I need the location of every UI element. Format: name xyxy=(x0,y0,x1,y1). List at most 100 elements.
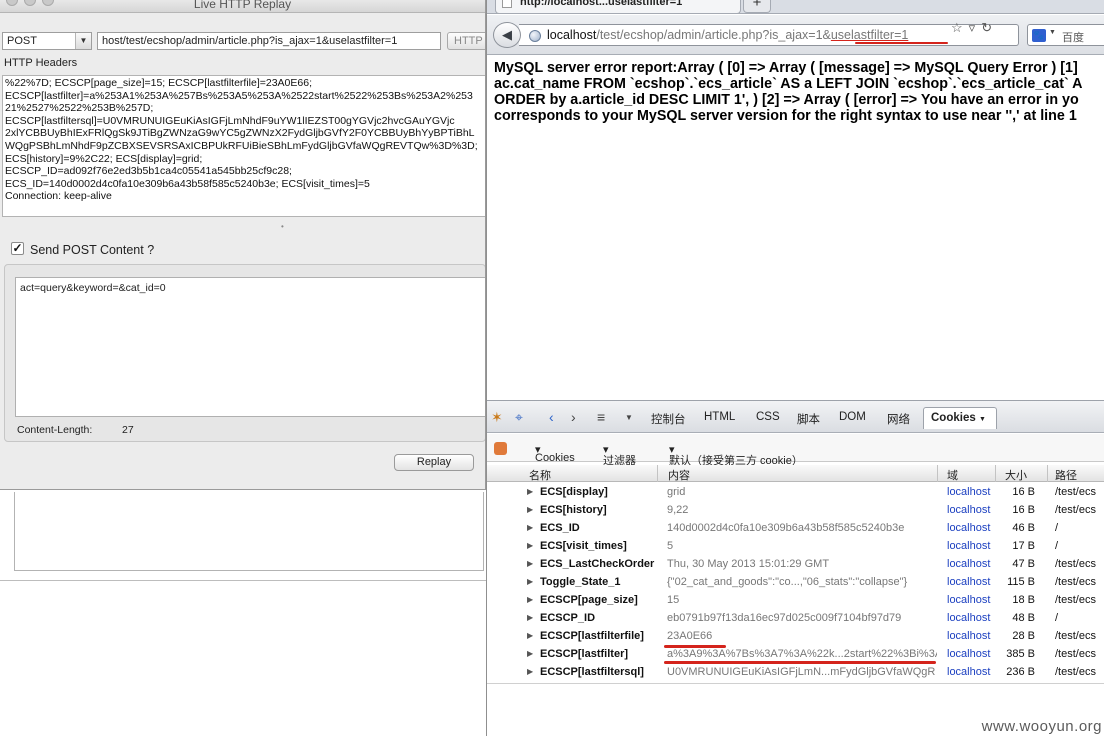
expand-triangle-icon[interactable]: ▶ xyxy=(527,523,533,532)
back-arrow-icon: ◀ xyxy=(502,27,512,42)
cookie-table-header: 名称 内容 域 大小 路径 xyxy=(487,465,1104,482)
cookie-row[interactable]: ▶ Toggle_State_1 {"02_cat_and_goods":"co..… xyxy=(487,573,1104,591)
header-line: 2xlYCBBUyBhIExFRlQgSk9JTiBgZWNzaG9wYC5gZ… xyxy=(5,127,475,140)
cookie-domain: localhost xyxy=(947,504,991,516)
protocol-button[interactable]: HTTP xyxy=(447,32,485,50)
header-line: WQgPSBhLmNhdF9pZCBXSEVSRSAxICBPUkRFUiBie… xyxy=(5,139,478,152)
tab-html[interactable]: HTML xyxy=(704,411,735,423)
send-post-checkbox[interactable]: ✓ xyxy=(11,242,24,255)
cookie-row[interactable]: ▶ ECSCP_ID eb0791b97f13da16ec97d025c009f71… xyxy=(487,609,1104,627)
back-icon[interactable]: ‹ xyxy=(549,409,554,425)
baidu-icon[interactable]: 🐾 xyxy=(1032,29,1046,42)
expand-triangle-icon[interactable]: ▶ xyxy=(527,667,533,676)
inspect-icon[interactable]: ⌖ xyxy=(515,409,523,426)
expand-triangle-icon[interactable]: ▶ xyxy=(527,631,533,640)
chevron-down-icon[interactable]: ▼ xyxy=(75,33,91,49)
cookie-name: ECS_LastCheckOrder xyxy=(540,558,655,570)
menu-icon[interactable]: ≡ xyxy=(597,409,605,425)
cookie-domain: localhost xyxy=(947,666,991,678)
expand-triangle-icon[interactable]: ▶ xyxy=(527,577,533,586)
chevron-down-icon[interactable]: ▼ xyxy=(1049,29,1056,36)
cookie-size: 28 B xyxy=(1012,630,1035,642)
cookie-name: ECSCP[page_size] xyxy=(540,594,638,606)
col-content[interactable]: 内容 xyxy=(668,467,690,483)
filter-menu[interactable]: 过滤器 ▾ xyxy=(603,443,636,467)
cookie-domain: localhost xyxy=(947,594,991,606)
url-input[interactable]: host/test/ecshop/admin/article.php?is_aj… xyxy=(97,32,441,50)
error-line: ORDER by a.article_id DESC LIMIT 1', ) [… xyxy=(494,92,1079,108)
expand-triangle-icon[interactable]: ▶ xyxy=(527,541,533,550)
tab-css[interactable]: CSS xyxy=(756,411,780,423)
chevron-down-icon[interactable]: ▼ xyxy=(625,413,633,422)
expand-triangle-icon[interactable]: ▶ xyxy=(527,559,533,568)
default-menu[interactable]: 默认（接受第三方 cookie） ▾ xyxy=(669,443,803,467)
method-select[interactable]: POST ▼ xyxy=(2,32,92,50)
expand-triangle-icon[interactable]: ▶ xyxy=(527,487,533,496)
tab-net[interactable]: 网络 xyxy=(887,411,910,427)
send-post-label[interactable]: Send POST Content ? xyxy=(30,243,154,257)
back-button[interactable]: ◀ xyxy=(493,22,521,48)
cookie-row[interactable]: ▶ ECS[history] 9,22 localhost 16 B/test/ecs xyxy=(487,501,1104,519)
cookie-name: Toggle_State_1 xyxy=(540,576,621,588)
cookie-domain: localhost xyxy=(947,558,991,570)
cookie-name: ECS[display] xyxy=(540,486,608,498)
expand-triangle-icon[interactable]: ▶ xyxy=(527,505,533,514)
cookie-path: /test/ecs xyxy=(1055,648,1096,660)
cookie-value: eb0791b97f13da16ec97d025c009f7104bf97d79 xyxy=(667,612,902,624)
new-tab-button[interactable]: + xyxy=(743,0,771,13)
tab-script[interactable]: 脚本 xyxy=(797,411,820,427)
cookie-value: 15 xyxy=(667,594,680,606)
cookie-value: 5 xyxy=(667,540,674,552)
post-content-textarea[interactable]: act=query&keyword=&cat_id=0 xyxy=(15,277,485,417)
tab-dom[interactable]: DOM xyxy=(839,411,866,423)
replay-button[interactable]: Replay xyxy=(394,454,474,471)
minimize-icon[interactable] xyxy=(24,0,36,6)
col-separator xyxy=(937,465,938,482)
window-controls[interactable] xyxy=(6,0,60,6)
col-name[interactable]: 名称 xyxy=(529,467,551,483)
dropdown-icon[interactable]: ▿ xyxy=(969,20,982,35)
cookies-menu[interactable]: Cookies ▾ xyxy=(535,443,575,464)
cookie-name: ECS[history] xyxy=(540,504,607,516)
tab-cookies-label: Cookies xyxy=(931,412,976,424)
cookie-value: 140d0002d4c0fa10e309b6a43b58f585c5240b3e xyxy=(667,522,905,534)
forward-icon[interactable]: › xyxy=(571,409,576,425)
background-panel xyxy=(14,492,484,571)
search-bar[interactable]: 🐾 ▼ 百度 xyxy=(1027,24,1104,46)
cookie-row[interactable]: ▶ ECSCP[lastfiltersql] U0VMRUNUIGEuKiAsIGF… xyxy=(487,663,1104,681)
cookie-domain: localhost xyxy=(947,522,991,534)
col-path[interactable]: 路径 xyxy=(1055,467,1077,483)
cookie-name: ECS[visit_times] xyxy=(540,540,627,552)
chevron-down-icon[interactable]: ▼ xyxy=(979,416,986,423)
headers-label: HTTP Headers xyxy=(4,57,78,69)
expand-triangle-icon[interactable]: ▶ xyxy=(527,613,533,622)
cookie-path: /test/ecs xyxy=(1055,486,1096,498)
expand-triangle-icon[interactable]: ▶ xyxy=(527,649,533,658)
cookie-row[interactable]: ▶ ECSCP[page_size] 15 localhost 18 B/test/ec… xyxy=(487,591,1104,609)
col-domain[interactable]: 域 xyxy=(947,467,958,483)
expand-triangle-icon[interactable]: ▶ xyxy=(527,595,533,604)
reload-icon[interactable]: ↻ xyxy=(981,20,998,35)
error-line: MySQL server error report:Array ( [0] =>… xyxy=(494,60,1078,76)
splitter-handle[interactable]: • xyxy=(281,222,284,231)
cookie-row[interactable]: ▶ ECSCP[lastfilterfile] 23A0E66 localhost 28… xyxy=(487,627,1104,645)
content-length-value: 27 xyxy=(122,424,134,436)
cookie-row[interactable]: ▶ ECS[visit_times] 5 localhost 17 B / xyxy=(487,537,1104,555)
firebug-icon[interactable]: ✶ xyxy=(491,409,503,426)
zoom-icon[interactable] xyxy=(42,0,54,6)
cookie-row[interactable]: ▶ ECS_ID 140d0002d4c0fa10e309b6a43b58f585c… xyxy=(487,519,1104,537)
cookie-row[interactable]: ▶ ECS[display] grid localhost 16 B/test/ecs xyxy=(487,483,1104,501)
cookie-domain: localhost xyxy=(947,576,991,588)
search-engine-name: 百度 xyxy=(1062,32,1084,44)
close-icon[interactable] xyxy=(6,0,18,6)
col-size[interactable]: 大小 xyxy=(1005,467,1027,483)
cookie-icon[interactable] xyxy=(494,442,507,455)
browser-tab[interactable]: http://localhost...uselastfilter=1 xyxy=(495,0,741,14)
cookie-row[interactable]: ▶ ECS_LastCheckOrder Thu, 30 May 2013 15:0… xyxy=(487,555,1104,573)
headers-textarea[interactable]: %22%7D; ECSCP[page_size]=15; ECSCP[lastf… xyxy=(2,75,485,217)
cookie-size: 16 B xyxy=(1012,486,1035,498)
tab-cookies[interactable]: Cookies ▼ xyxy=(923,407,997,429)
star-icon[interactable]: ☆ xyxy=(951,20,969,35)
page-icon xyxy=(502,0,512,8)
tab-console[interactable]: 控制台 xyxy=(651,411,686,427)
